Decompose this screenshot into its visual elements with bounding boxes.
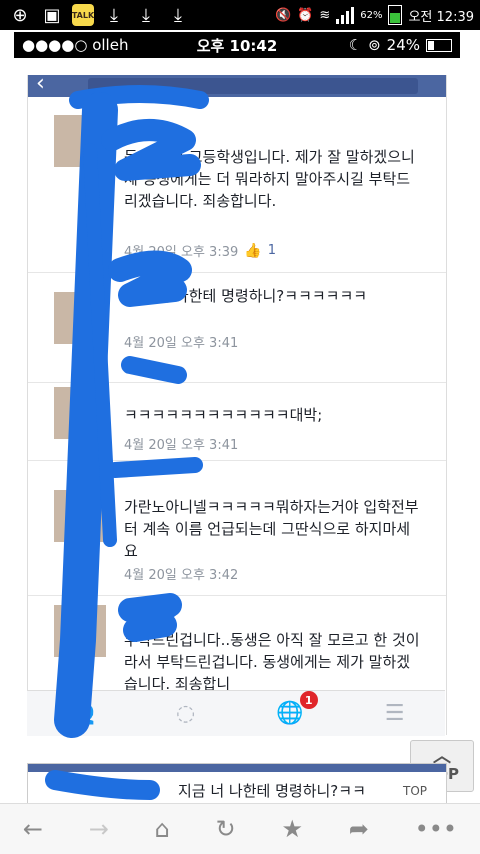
refresh-icon[interactable]: ↻: [216, 815, 236, 843]
avatar[interactable]: [54, 490, 106, 542]
notifications-icon[interactable]: 🌐 1: [276, 691, 318, 726]
android-time: 오전 12:39: [408, 9, 474, 25]
comment-meta: 4월 20일 오후 3:41: [124, 434, 238, 453]
comment-time: 4월 20일 오후 3:41: [124, 438, 239, 453]
lock-rotation-icon: ⊚: [368, 36, 381, 54]
notification-badge: 1: [299, 691, 318, 709]
android-status-bar: ⊕ ▣ TALK ⤓ ⤓ ⤓ 🔇 ⏰ ≋ 62% 오전 12:39: [0, 0, 480, 30]
download-icon: ⤓: [142, 4, 150, 26]
ios-status-bar: ●●●●○ olleh 오후 10:42 ☾ ⊚ 24%: [14, 32, 460, 58]
comment-item: 동생 아직 고등학생입니다. 제가 잘 말하겠으니 제 동생에게는 더 뭐라하지…: [28, 97, 446, 273]
comment-item: 지금 너 나한테 명령하니?ㅋㅋㅋㅋㅋㅋ 4월 20일 오후 3:41: [28, 272, 446, 383]
wifi-icon: ≋: [319, 7, 331, 23]
comment-text: 지금 너 나한테 명령하니?ㅋㅋㅋㅋㅋㅋ: [124, 287, 368, 305]
like-icon[interactable]: 👍: [244, 243, 261, 259]
forward-arrow-icon[interactable]: →: [89, 815, 109, 843]
comment-item: 가란노아니넬ㅋㅋㅋㅋㅋ뭐하자는거야 입학전부터 계속 이름 언급되는데 그딴식으…: [28, 460, 446, 596]
menu-icon[interactable]: ☰: [385, 701, 405, 726]
signal-icon: [336, 6, 355, 24]
plus-icon: ⊕: [12, 4, 28, 26]
ios-battery-percent: 24%: [386, 36, 420, 54]
comment-text: 동생 아직 고등학생입니다. 제가 잘 말하겠으니 제 동생에게는 더 뭐라하지…: [124, 148, 415, 210]
comment-text: 부탁드린겁니다..동생은 아직 잘 모르고 한 것이라서 부탁드린겁니다. 동생…: [124, 631, 420, 693]
friends-icon[interactable]: 👥: [68, 701, 95, 726]
battery-percent: 62%: [360, 9, 383, 21]
avatar[interactable]: [54, 387, 106, 439]
share-icon[interactable]: ➦: [349, 815, 369, 843]
peek-top-label: TOP: [403, 784, 428, 798]
like-count: 1: [267, 243, 276, 258]
ios-battery-icon: [426, 38, 452, 52]
back-arrow-icon[interactable]: ←: [23, 815, 43, 843]
avatar[interactable]: [54, 292, 106, 344]
messenger-icon[interactable]: ◌: [176, 701, 195, 726]
bookmark-star-icon[interactable]: ★: [281, 815, 303, 843]
comment-meta: 4월 20일 오후 3:39 👍 1: [124, 241, 276, 261]
alarm-icon: ⏰: [297, 7, 314, 23]
image-icon: ▣: [43, 4, 61, 26]
comment-item: ㅋㅋㅋㅋㅋㅋㅋㅋㅋㅋㅋㅋ대박; 4월 20일 오후 3:41: [28, 382, 446, 461]
facebook-comments-screen: ‹ 동생 아직 고등학생입니다. 제가 잘 말하겠으니 제 동생에게는 더 뭐라…: [27, 75, 447, 735]
comment-time: 4월 20일 오후 3:39: [124, 245, 239, 260]
more-icon[interactable]: •••: [415, 815, 457, 843]
download-icon: ⤓: [110, 4, 118, 26]
comment-meta: 4월 20일 오후 3:41: [124, 332, 238, 351]
mute-icon: 🔇: [274, 7, 292, 23]
comment-time: 4월 20일 오후 3:42: [124, 568, 239, 583]
download-icon: ⤓: [174, 4, 182, 26]
battery-icon: [388, 5, 403, 25]
peek-header: [28, 764, 446, 772]
avatar[interactable]: [54, 115, 106, 167]
next-image-preview[interactable]: 지금 너 나한테 명령하니?ㅋㅋ TOP: [27, 763, 447, 805]
comment-meta: 4월 20일 오후 3:42: [124, 564, 238, 583]
comment-text: ㅋㅋㅋㅋㅋㅋㅋㅋㅋㅋㅋㅋ대박;: [124, 406, 323, 424]
peek-text: 지금 너 나한테 명령하니?ㅋㅋ: [178, 782, 366, 800]
comment-text: 가란노아니넬ㅋㅋㅋㅋㅋ뭐하자는거야 입학전부터 계속 이름 언급되는데 그딴식으…: [124, 498, 419, 560]
avatar[interactable]: [54, 605, 106, 657]
comment-time: 4월 20일 오후 3:41: [124, 336, 239, 351]
back-icon[interactable]: ‹: [36, 75, 45, 96]
moon-icon: ☾: [348, 36, 363, 54]
home-icon[interactable]: ⌂: [155, 815, 170, 843]
search-box[interactable]: [88, 78, 418, 94]
facebook-tab-bar: 👥 ◌ 🌐 1 ☰: [27, 690, 445, 736]
kakaotalk-icon: TALK: [72, 4, 94, 26]
browser-toolbar: ← → ⌂ ↻ ★ ➦ •••: [0, 803, 480, 854]
facebook-header: ‹: [28, 75, 446, 97]
